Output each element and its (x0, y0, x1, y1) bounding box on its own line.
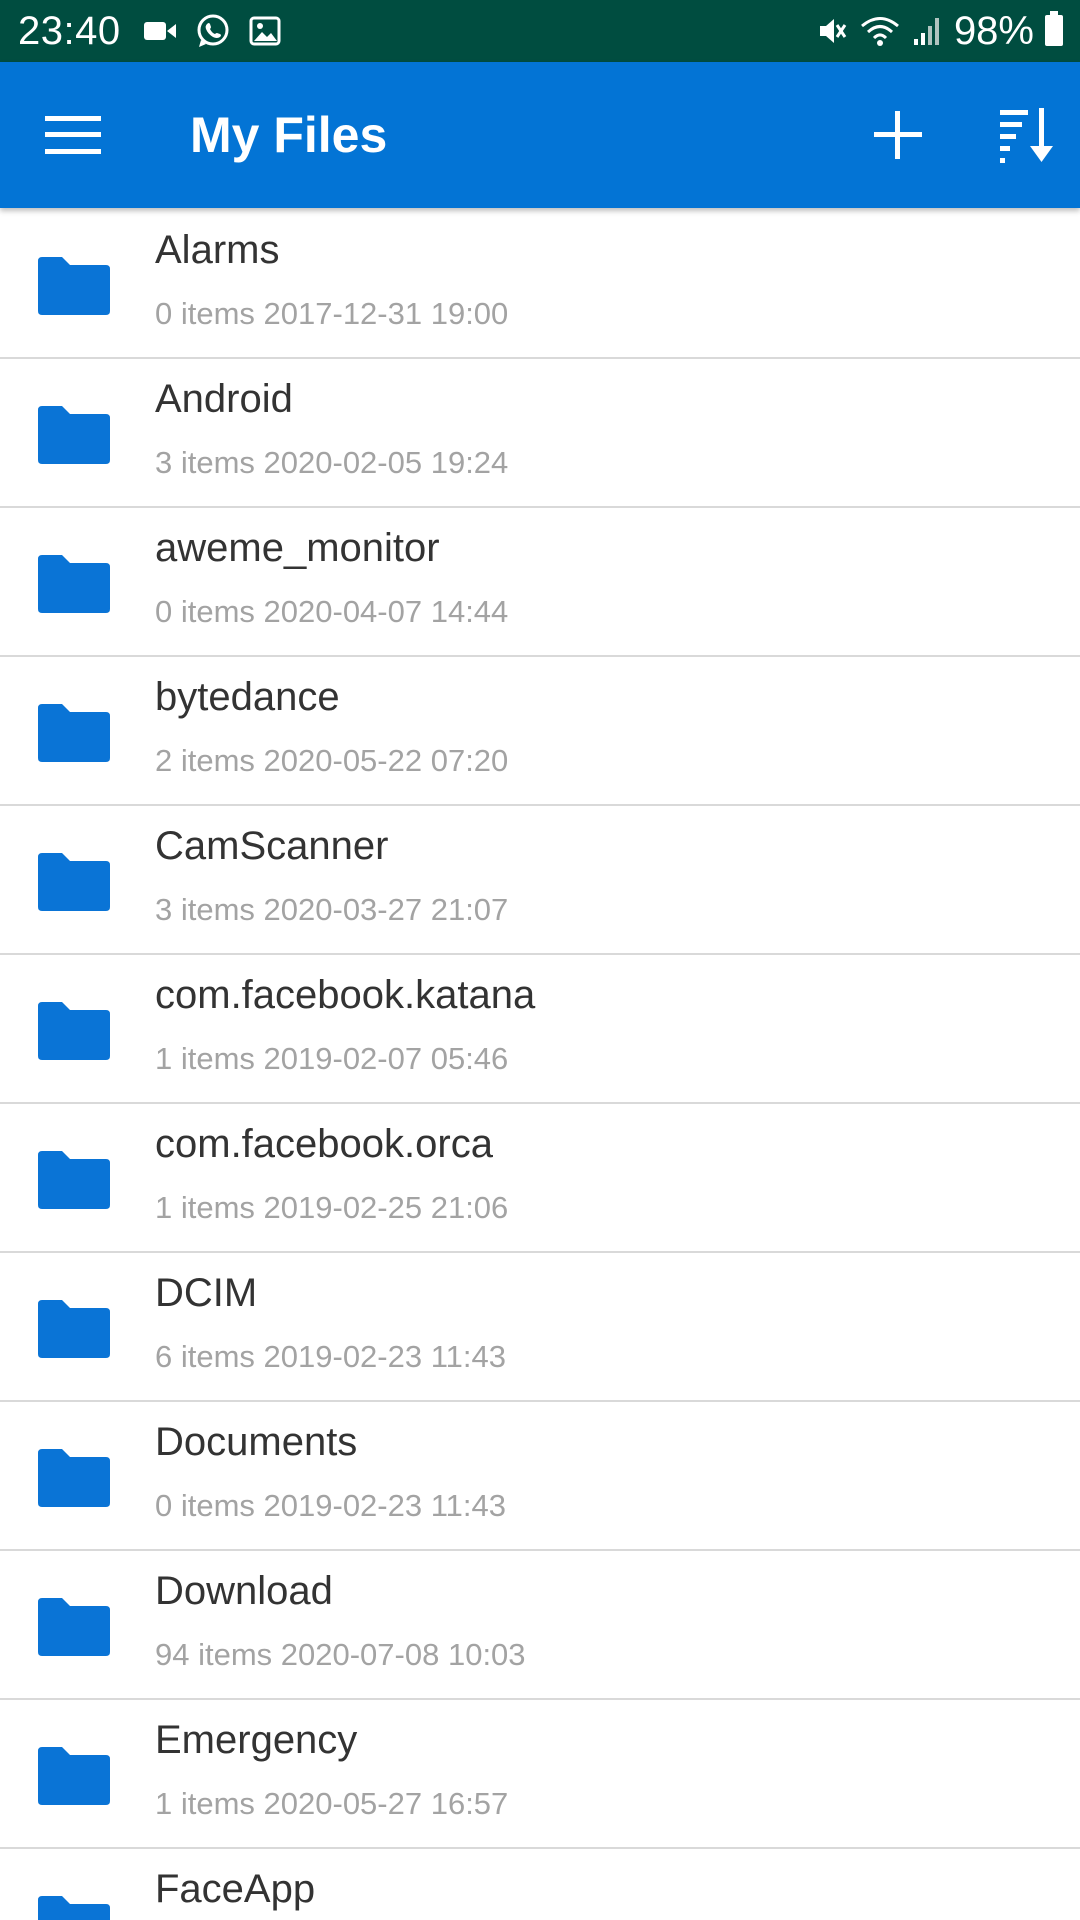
page-title: My Files (190, 107, 388, 163)
app-bar: My Files (0, 62, 1080, 208)
file-meta: 1 items 2020-05-27 16:57 (155, 1786, 509, 1821)
plus-icon (874, 111, 922, 159)
file-name: Android (155, 377, 293, 421)
list-item[interactable]: Emergency 1 items 2020-05-27 16:57 (0, 1700, 1080, 1849)
file-name: CamScanner (155, 824, 389, 868)
file-name: aweme_monitor (155, 526, 440, 570)
file-meta: 0 items 2019-02-23 11:43 (155, 1488, 506, 1523)
folder-icon (38, 1747, 110, 1805)
list-item[interactable]: DCIM 6 items 2019-02-23 11:43 (0, 1253, 1080, 1402)
battery-percent: 98% (953, 8, 1034, 53)
list-item[interactable]: Android 3 items 2020-02-05 19:24 (0, 359, 1080, 508)
file-name: com.facebook.katana (155, 973, 536, 1017)
file-name: DCIM (155, 1271, 258, 1315)
battery-icon (1044, 10, 1064, 52)
list-item[interactable]: CamScanner 3 items 2020-03-27 21:07 (0, 806, 1080, 955)
file-meta: 0 items 2017-12-31 19:00 (155, 296, 509, 331)
folder-icon (38, 1002, 110, 1060)
status-left: 23:40 (18, 0, 299, 62)
list-item[interactable]: com.facebook.orca 1 items 2019-02-25 21:… (0, 1104, 1080, 1253)
file-meta: 1 items 2019-02-25 21:06 (155, 1190, 509, 1225)
file-meta: 2 items 2020-05-22 07:20 (155, 743, 509, 778)
file-meta: 3 items 2020-02-05 19:24 (155, 445, 509, 480)
list-item[interactable]: bytedance 2 items 2020-05-22 07:20 (0, 657, 1080, 806)
status-right: 98% (814, 0, 1064, 62)
mute-icon (814, 14, 848, 48)
signal-icon (912, 15, 942, 47)
list-item[interactable]: com.facebook.katana 1 items 2019-02-07 0… (0, 955, 1080, 1104)
list-item[interactable]: FaceApp (0, 1849, 1080, 1920)
file-name: com.facebook.orca (155, 1122, 493, 1166)
list-item[interactable]: aweme_monitor 0 items 2020-04-07 14:44 (0, 508, 1080, 657)
file-meta: 3 items 2020-03-27 21:07 (155, 892, 509, 927)
wifi-icon (860, 15, 900, 47)
file-meta: 1 items 2019-02-07 05:46 (155, 1041, 509, 1076)
file-name: Download (155, 1569, 333, 1613)
menu-button[interactable] (34, 103, 112, 167)
hamburger-menu-icon (45, 116, 101, 154)
status-bar: 23:40 98% (0, 0, 1080, 62)
folder-icon (38, 555, 110, 613)
list-item[interactable]: Documents 0 items 2019-02-23 11:43 (0, 1402, 1080, 1551)
sort-button[interactable] (992, 100, 1062, 170)
folder-icon (38, 1300, 110, 1358)
folder-icon (38, 853, 110, 911)
file-list: Alarms 0 items 2017-12-31 19:00 Android … (0, 210, 1080, 1920)
folder-icon (38, 704, 110, 762)
file-meta: 94 items 2020-07-08 10:03 (155, 1637, 526, 1672)
file-name: FaceApp (155, 1867, 316, 1911)
gallery-icon (249, 16, 281, 46)
folder-icon (38, 1598, 110, 1656)
folder-icon (38, 406, 110, 464)
list-item[interactable]: Download 94 items 2020-07-08 10:03 (0, 1551, 1080, 1700)
folder-icon (38, 1449, 110, 1507)
add-button[interactable] (862, 103, 934, 167)
file-name: Emergency (155, 1718, 358, 1762)
folder-icon (38, 257, 110, 315)
video-icon (143, 19, 177, 43)
folder-icon (38, 1896, 110, 1920)
file-name: bytedance (155, 675, 340, 719)
whatsapp-icon (195, 13, 231, 49)
status-time: 23:40 (18, 8, 121, 53)
file-name: Alarms (155, 228, 280, 272)
file-meta: 0 items 2020-04-07 14:44 (155, 594, 509, 629)
file-meta: 6 items 2019-02-23 11:43 (155, 1339, 506, 1374)
sort-icon (1000, 108, 1053, 163)
folder-icon (38, 1151, 110, 1209)
file-name: Documents (155, 1420, 358, 1464)
list-item[interactable]: Alarms 0 items 2017-12-31 19:00 (0, 210, 1080, 359)
